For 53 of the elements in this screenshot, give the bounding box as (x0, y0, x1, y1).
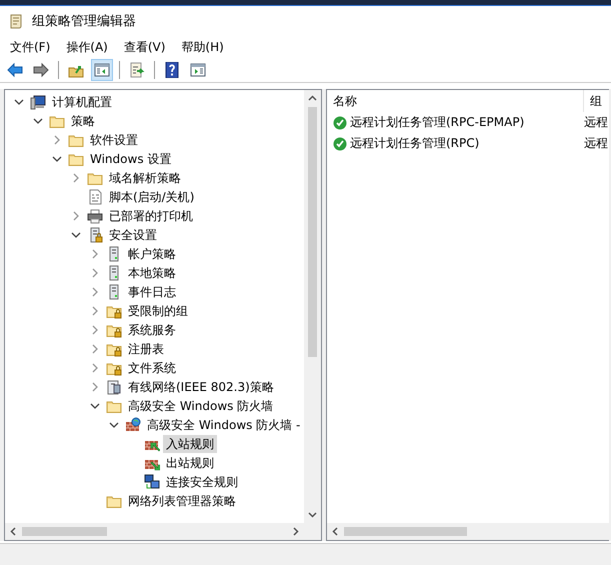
tree-item[interactable]: 有线网络(IEEE 802.3)策略 (125, 378, 277, 396)
printer-icon (87, 208, 103, 224)
forward-arrow-icon (33, 62, 49, 78)
scroll-icon (8, 13, 24, 29)
toolbar-button[interactable] (91, 59, 113, 81)
tree-item[interactable]: 安全设置 (106, 226, 160, 244)
firewall-icon (125, 416, 141, 432)
tree-item[interactable]: 系统服务 (125, 320, 179, 338)
tree-item[interactable]: 高级安全 Windows 防火墙 (125, 396, 276, 414)
pane-toggle-icon (94, 62, 110, 78)
connection-icon (144, 474, 160, 490)
export-list-icon (129, 62, 145, 78)
tree-item[interactable]: 受限制的组 (125, 302, 191, 320)
help-icon (164, 62, 180, 78)
tree-item[interactable]: 计算机配置 (49, 92, 115, 110)
rule-name[interactable]: 远程计划任务管理(RPC) (350, 135, 480, 152)
tree-item[interactable]: 已部署的打印机 (106, 206, 196, 224)
window-title: 组策略管理编辑器 (32, 13, 136, 30)
document-icon (87, 188, 103, 204)
back-arrow-icon (7, 62, 23, 78)
horizontal-scrollbar[interactable] (5, 523, 304, 540)
menu-item[interactable]: 帮助(H) (175, 36, 230, 58)
menu-item[interactable]: 操作(A) (60, 36, 114, 58)
computer-icon (30, 94, 46, 110)
tree-item[interactable]: 策略 (68, 112, 98, 130)
column-header[interactable]: 组 (584, 92, 602, 110)
tree-item[interactable]: 注册表 (125, 340, 167, 358)
menu-item[interactable]: 文件(F) (4, 36, 56, 58)
column-header[interactable]: 名称 (327, 92, 583, 110)
vertical-scrollbar[interactable] (304, 90, 321, 523)
tree-item[interactable]: 文件系统 (125, 358, 179, 376)
panel-toggle-icon (190, 62, 206, 78)
group-cell-text: 远程 (583, 114, 608, 131)
menu-item[interactable]: 查看(V) (118, 36, 172, 58)
scroll-thumb[interactable] (344, 527, 467, 536)
tree-item[interactable]: Windows 设置 (87, 150, 174, 168)
tree-item[interactable]: 连接安全规则 (163, 472, 241, 490)
tree-item[interactable]: 出站规则 (163, 454, 217, 472)
tree-item[interactable]: 事件日志 (125, 282, 179, 300)
tree-item[interactable]: 软件设置 (87, 130, 141, 148)
tree-item[interactable]: 帐户策略 (125, 244, 179, 262)
tree-item[interactable]: 本地策略 (125, 264, 179, 282)
tree-item[interactable]: 高级安全 Windows 防火墙 - (144, 416, 304, 434)
group-cell-text: 远程 (583, 135, 608, 152)
scroll-thumb[interactable] (308, 107, 317, 357)
tree-item[interactable]: 入站规则 (163, 434, 217, 452)
horizontal-scrollbar[interactable] (327, 523, 609, 540)
tree-item[interactable]: 网络列表管理器策略 (125, 492, 239, 510)
scroll-thumb[interactable] (22, 527, 107, 536)
network-icon (106, 378, 122, 394)
tree-item[interactable]: 脚本(启动/关机) (106, 188, 198, 206)
rule-name[interactable]: 远程计划任务管理(RPC-EPMAP) (350, 114, 524, 131)
tree-item[interactable]: 域名解析策略 (106, 168, 184, 186)
